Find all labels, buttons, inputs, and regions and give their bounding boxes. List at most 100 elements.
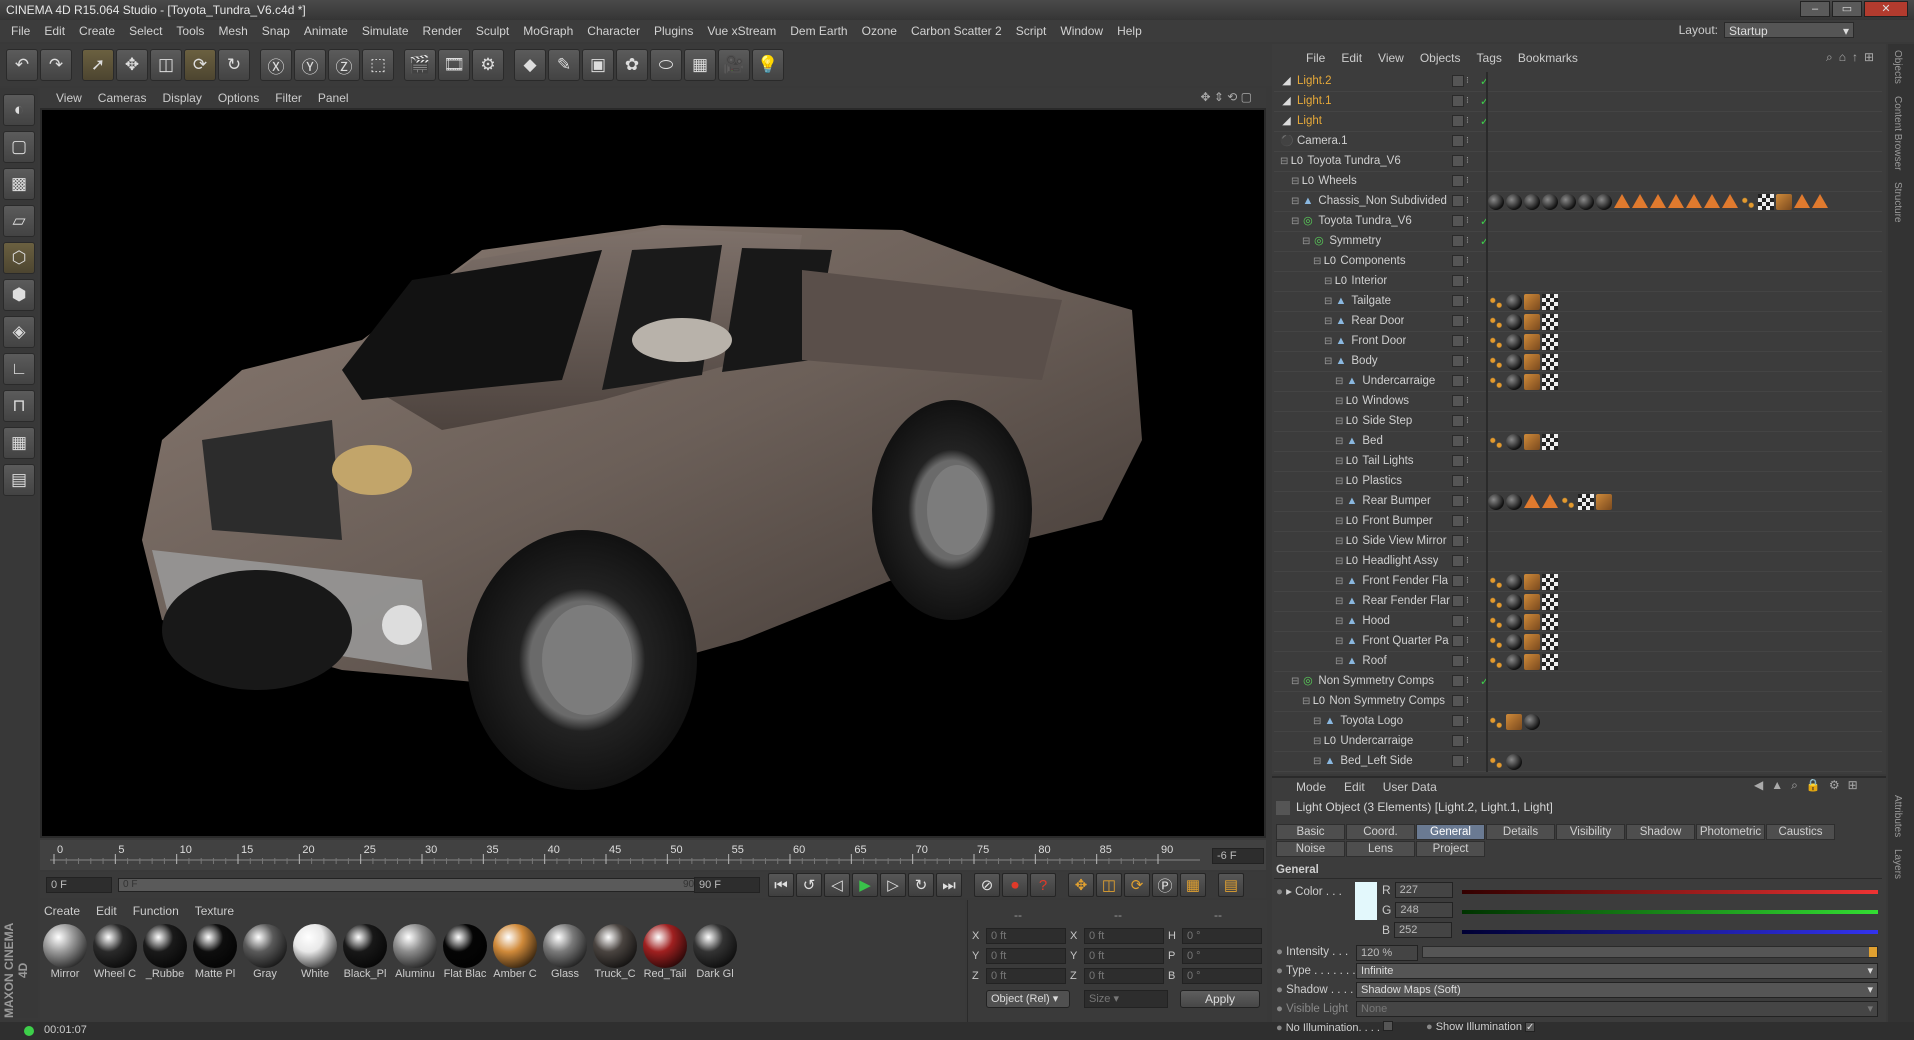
- object-row[interactable]: ⊟ L0 Interior ⁝: [1274, 272, 1882, 292]
- object-row[interactable]: ⊟ ▲ Toyota Logo ⁝: [1274, 712, 1882, 732]
- subdivision-icon[interactable]: ▣: [582, 49, 614, 81]
- object-row[interactable]: ⊟ ◎ Symmetry ⁝ ✓: [1274, 232, 1882, 252]
- layer-icon[interactable]: [1452, 75, 1464, 87]
- visibility-dots-icon[interactable]: ⁝: [1466, 675, 1478, 687]
- menu-help[interactable]: Help: [1110, 24, 1149, 38]
- cube-icon[interactable]: ◆: [514, 49, 546, 81]
- visibility-dots-icon[interactable]: ⁝: [1466, 235, 1478, 247]
- object-menu-bookmarks[interactable]: Bookmarks: [1510, 51, 1586, 65]
- visibility-dots-icon[interactable]: ⁝: [1466, 615, 1478, 627]
- material-item[interactable]: Dark Gl: [692, 924, 738, 982]
- key-param-icon[interactable]: Ⓟ: [1152, 873, 1178, 897]
- ball-tag-icon[interactable]: [1506, 614, 1522, 630]
- visibility-dots-icon[interactable]: ⁝: [1466, 535, 1478, 547]
- next-key-icon[interactable]: ↻: [908, 873, 934, 897]
- object-menu-objects[interactable]: Objects: [1412, 51, 1469, 65]
- menu-plugins[interactable]: Plugins: [647, 24, 700, 38]
- visibility-dots-icon[interactable]: ⁝: [1466, 275, 1478, 287]
- menu-select[interactable]: Select: [122, 24, 169, 38]
- scale-icon[interactable]: ◫: [150, 49, 182, 81]
- tab-general[interactable]: General: [1416, 824, 1485, 840]
- visibility-dots-icon[interactable]: ⁝: [1466, 335, 1478, 347]
- live-select-icon[interactable]: ➚: [82, 49, 114, 81]
- coord-value-field[interactable]: 0 °: [1182, 948, 1262, 964]
- undo-icon[interactable]: ↶: [6, 49, 38, 81]
- dots-tag-icon[interactable]: [1488, 594, 1504, 610]
- layer-icon[interactable]: [1452, 335, 1464, 347]
- layer-icon[interactable]: [1452, 395, 1464, 407]
- cone-tag-icon[interactable]: [1542, 494, 1558, 508]
- layer-icon[interactable]: [1452, 695, 1464, 707]
- layer-icon[interactable]: [1452, 555, 1464, 567]
- expand-toggle-icon[interactable]: ⊟: [1324, 316, 1332, 327]
- up-icon[interactable]: ↑: [1852, 50, 1858, 65]
- ball-tag-icon[interactable]: [1506, 434, 1522, 450]
- recent-tool-icon[interactable]: ↻: [218, 49, 250, 81]
- sidetab-objects[interactable]: Objects: [1888, 44, 1907, 90]
- visibility-dots-icon[interactable]: ⁝: [1466, 195, 1478, 207]
- start-frame-field[interactable]: 0 F: [46, 877, 112, 893]
- expand-toggle-icon[interactable]: ⊟: [1335, 656, 1343, 667]
- ball-tag-icon[interactable]: [1596, 194, 1612, 210]
- lock-workplane-icon[interactable]: ▦: [3, 427, 35, 459]
- expand-toggle-icon[interactable]: ⊟: [1313, 716, 1321, 727]
- ball-tag-icon[interactable]: [1542, 194, 1558, 210]
- coord-value-field[interactable]: 0 °: [1182, 928, 1262, 944]
- ball-tag-icon[interactable]: [1524, 714, 1540, 730]
- points-mode-icon[interactable]: ⬡: [3, 242, 35, 274]
- planar-workplane-icon[interactable]: ▤: [3, 464, 35, 496]
- chk-tag-icon[interactable]: [1542, 434, 1558, 450]
- visibility-dots-icon[interactable]: ⁝: [1466, 215, 1478, 227]
- menu-character[interactable]: Character: [580, 24, 647, 38]
- chk-tag-icon[interactable]: [1542, 634, 1558, 650]
- object-row[interactable]: ⊟ ▲ Front Door ⁝: [1274, 332, 1882, 352]
- dots-tag-icon[interactable]: [1488, 434, 1504, 450]
- menu-vue-xstream[interactable]: Vue xStream: [700, 24, 783, 38]
- layer-icon[interactable]: [1452, 315, 1464, 327]
- expand-toggle-icon[interactable]: ⊟: [1302, 236, 1310, 247]
- tab-details[interactable]: Details: [1486, 824, 1555, 840]
- dots-tag-icon[interactable]: [1488, 334, 1504, 350]
- layer-icon[interactable]: [1452, 355, 1464, 367]
- expand-toggle-icon[interactable]: ⊟: [1313, 756, 1321, 767]
- expand-toggle-icon[interactable]: ⊟: [1335, 436, 1343, 447]
- phong-tag-icon[interactable]: [1524, 574, 1540, 590]
- key-move-icon[interactable]: ✥: [1068, 873, 1094, 897]
- phong-tag-icon[interactable]: [1524, 334, 1540, 350]
- menu-edit[interactable]: Edit: [37, 24, 72, 38]
- menu-script[interactable]: Script: [1009, 24, 1054, 38]
- deformer-icon[interactable]: ⬭: [650, 49, 682, 81]
- layer-icon[interactable]: [1452, 115, 1464, 127]
- menu-dem-earth[interactable]: Dem Earth: [783, 24, 854, 38]
- back-arrow-icon[interactable]: ◀: [1754, 778, 1763, 793]
- chk-tag-icon[interactable]: [1542, 654, 1558, 670]
- menu-file[interactable]: File: [4, 24, 37, 38]
- expand-arrow-icon[interactable]: ▸: [1286, 886, 1292, 898]
- y-axis-icon[interactable]: Ⓨ: [294, 49, 326, 81]
- viewport-menu-options[interactable]: Options: [210, 91, 267, 105]
- expand-toggle-icon[interactable]: ⊟: [1291, 196, 1299, 207]
- layer-icon[interactable]: [1452, 715, 1464, 727]
- coord-value-field[interactable]: 0 ft: [986, 948, 1066, 964]
- object-menu-file[interactable]: File: [1298, 51, 1333, 65]
- object-row[interactable]: ⊟ ◎ Toyota Tundra_V6 ⁝ ✓: [1274, 212, 1882, 232]
- sidetab-attributes[interactable]: Attributes: [1888, 789, 1907, 843]
- render-picture-viewer-icon[interactable]: 🎞: [438, 49, 470, 81]
- 3d-viewport[interactable]: [40, 108, 1266, 838]
- tab-coord[interactable]: Coord.: [1346, 824, 1415, 840]
- viewport-menu-view[interactable]: View: [48, 91, 90, 105]
- dots-tag-icon[interactable]: [1560, 494, 1576, 510]
- layer-icon[interactable]: [1452, 415, 1464, 427]
- menu-tools[interactable]: Tools: [169, 24, 211, 38]
- layer-icon[interactable]: [1452, 275, 1464, 287]
- cone-tag-icon[interactable]: [1794, 194, 1810, 208]
- visibility-dots-icon[interactable]: ⁝: [1466, 155, 1478, 167]
- expand-toggle-icon[interactable]: ⊟: [1335, 476, 1343, 487]
- polygons-mode-icon[interactable]: ◈: [3, 316, 35, 348]
- chk-tag-icon[interactable]: [1542, 614, 1558, 630]
- object-menu-view[interactable]: View: [1370, 51, 1412, 65]
- phong-tag-icon[interactable]: [1524, 434, 1540, 450]
- phong-tag-icon[interactable]: [1524, 614, 1540, 630]
- visibility-dots-icon[interactable]: ⁝: [1466, 655, 1478, 667]
- visibility-dots-icon[interactable]: ⁝: [1466, 735, 1478, 747]
